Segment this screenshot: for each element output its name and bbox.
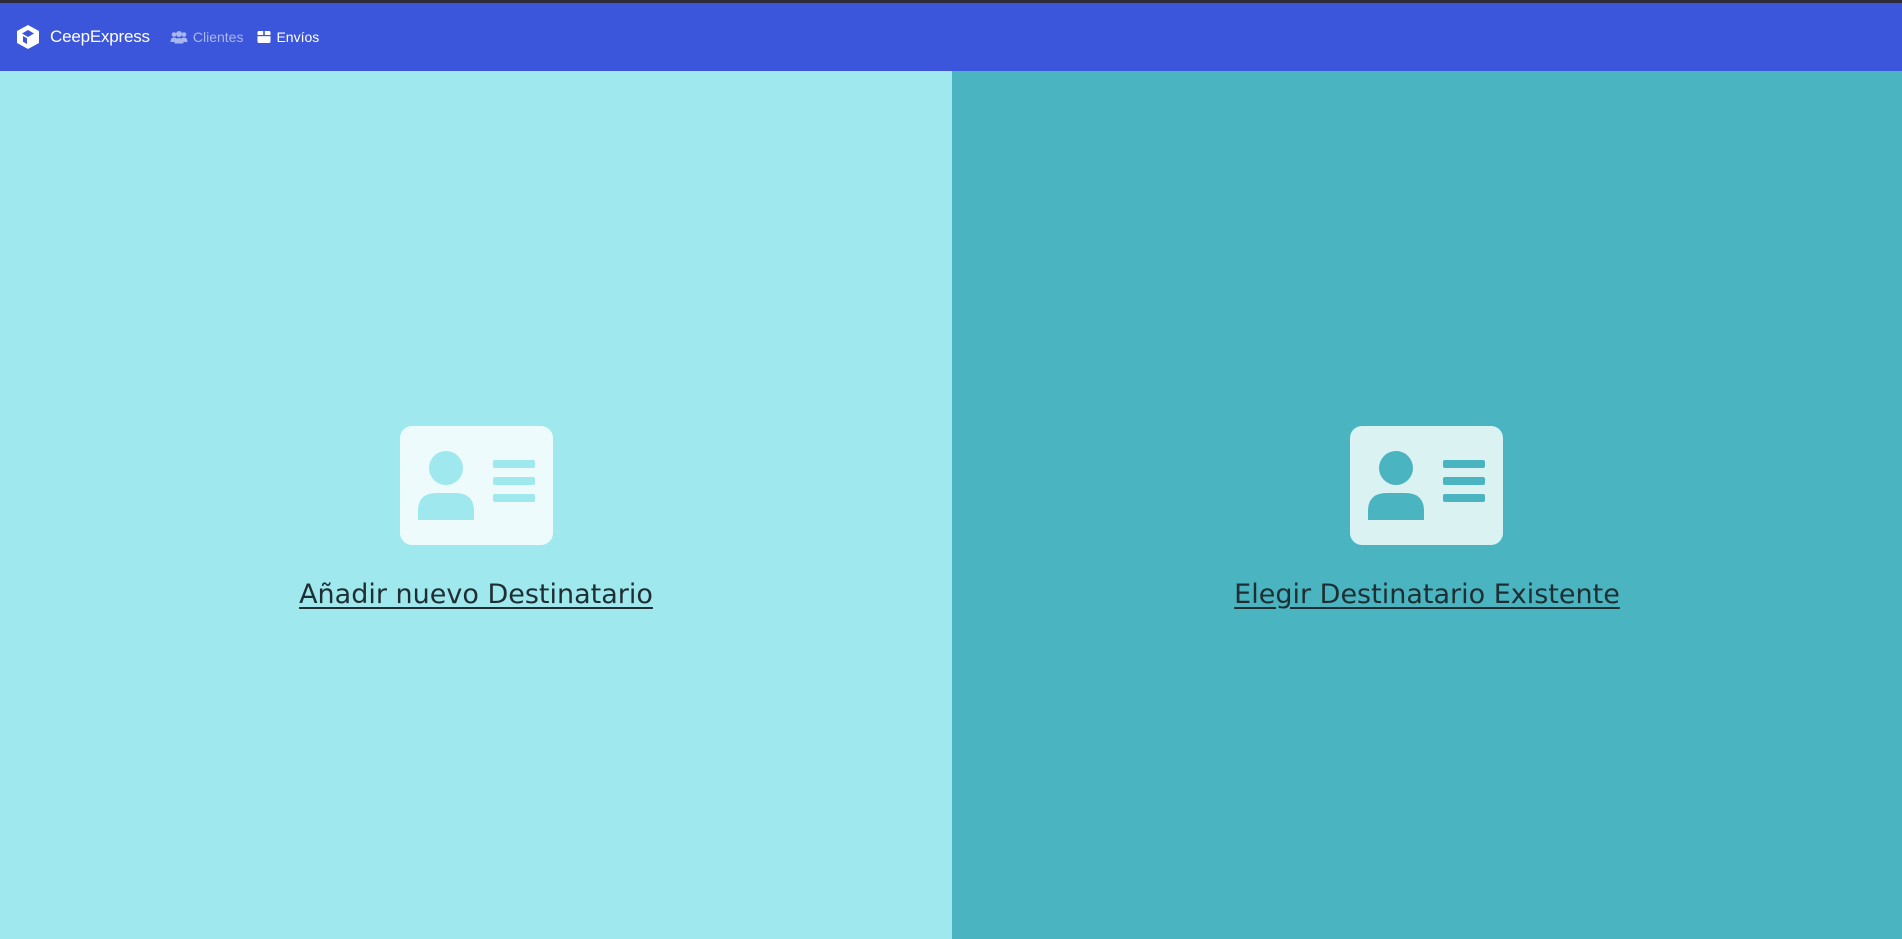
id-card-icon	[1350, 426, 1504, 545]
add-new-recipient-panel[interactable]: Añadir nuevo Destinatario	[0, 71, 952, 939]
users-icon	[170, 30, 188, 44]
nav-label-envios: Envíos	[276, 29, 320, 45]
nav-link-envios[interactable]: Envíos	[257, 29, 319, 45]
nav-label-clientes: Clientes	[192, 29, 244, 45]
id-card-icon	[399, 426, 553, 545]
choose-existing-recipient-panel[interactable]: Elegir Destinatario Existente	[952, 71, 1902, 939]
package-icon	[257, 30, 271, 44]
add-new-recipient-link[interactable]: Añadir nuevo Destinatario	[299, 579, 653, 610]
choose-existing-recipient-link[interactable]: Elegir Destinatario Existente	[1234, 579, 1620, 610]
brand-name: CeepExpress	[50, 27, 150, 46]
navbar: CeepExpress Clientes Envíos	[0, 3, 1902, 71]
brand-link[interactable]: CeepExpress	[14, 23, 150, 51]
nav-link-clientes[interactable]: Clientes	[170, 29, 244, 45]
box-logo-icon	[14, 23, 42, 51]
recipient-options: Añadir nuevo Destinatario Elegir Destina…	[0, 71, 1902, 939]
